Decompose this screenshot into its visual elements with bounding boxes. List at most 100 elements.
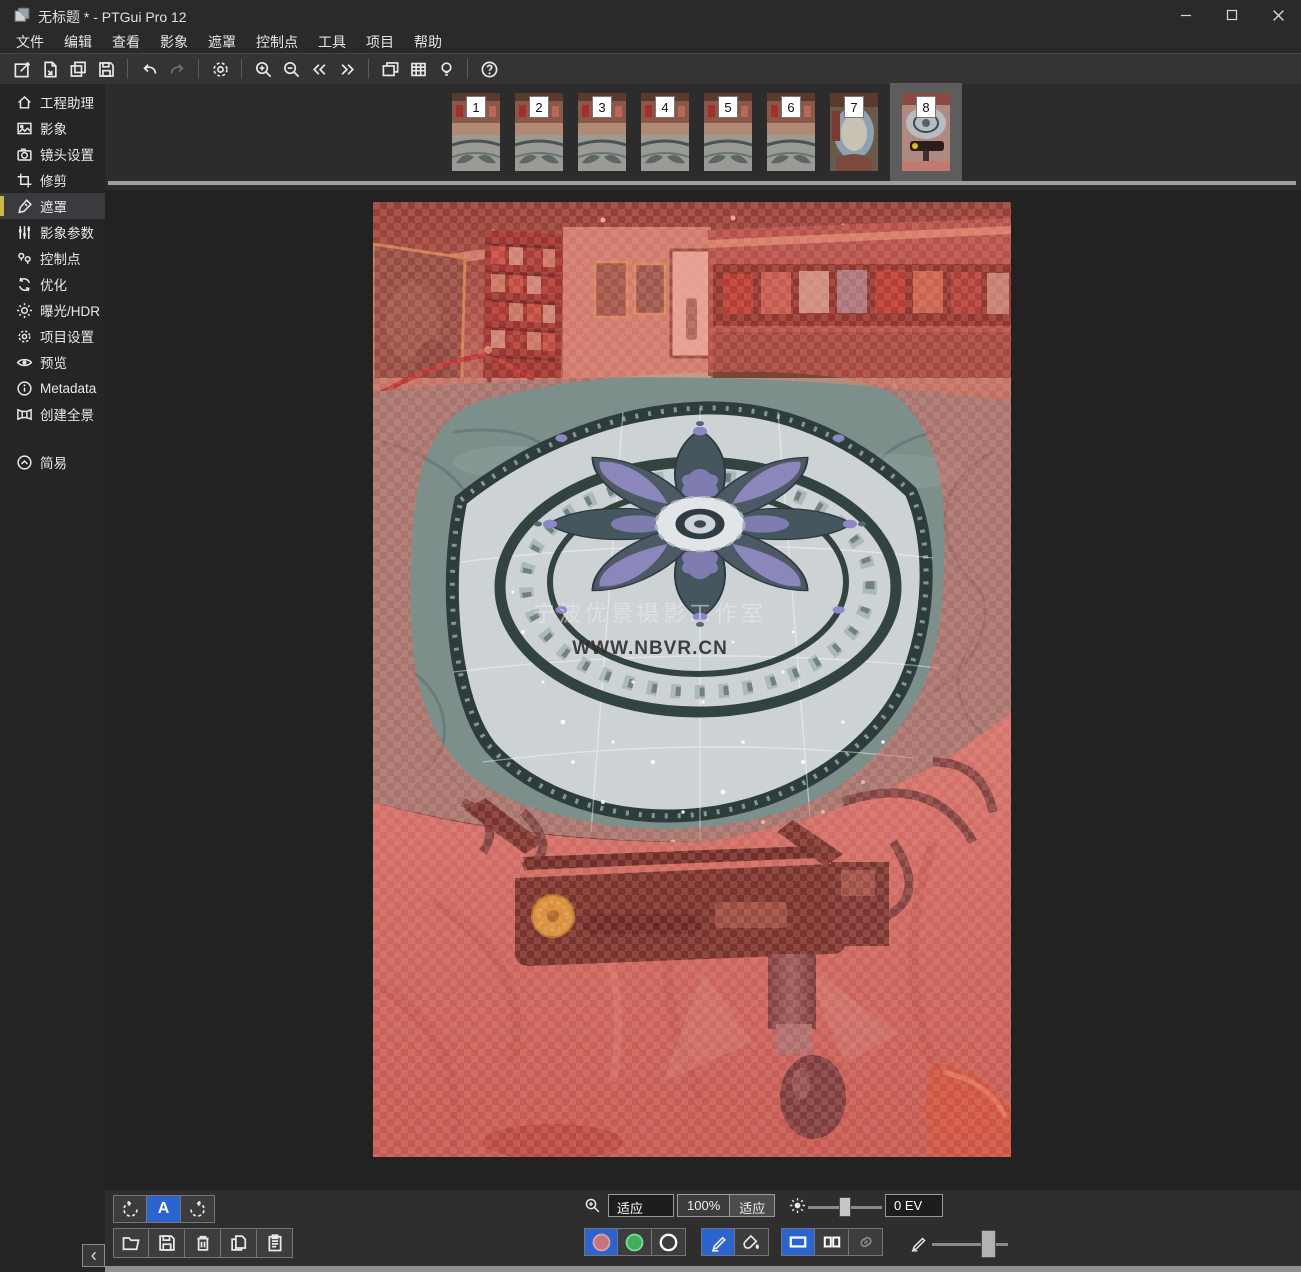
thumbnail-number-badge: 8	[916, 96, 936, 118]
save-mask-button[interactable]	[149, 1228, 185, 1258]
gear-icon	[16, 328, 33, 345]
image-icon	[16, 120, 33, 137]
menu-bar: 文件编辑查看影象遮罩控制点工具项目帮助	[0, 30, 1301, 53]
open-folder-button[interactable]	[113, 1228, 149, 1258]
thumbnail-5[interactable]: 5	[704, 93, 752, 171]
maximize-button[interactable]	[1209, 0, 1255, 30]
single-view-button[interactable]	[781, 1228, 815, 1256]
zoom-segmented-control: 100% 适应	[677, 1194, 775, 1217]
menu-item-5[interactable]: 控制点	[246, 30, 308, 54]
ev-field[interactable]: 0 EV	[885, 1194, 943, 1217]
mask-editor-image[interactable]: 宁波优景摄影工作室 WWW.NBVR.CN	[373, 202, 1011, 1157]
toolbar-separator	[368, 59, 369, 79]
sidebar-item-优化[interactable]: 优化	[0, 271, 105, 297]
menu-item-7[interactable]: 项目	[356, 30, 404, 54]
undo-button[interactable]	[136, 56, 162, 82]
pins-icon	[16, 250, 33, 267]
mask-white-button[interactable]	[652, 1228, 686, 1256]
thumbnail-number-badge: 7	[844, 96, 864, 118]
menu-item-6[interactable]: 工具	[308, 30, 356, 54]
sidebar-item-创建全景[interactable]: 创建全景	[0, 401, 105, 427]
sidebar-item-工程助理[interactable]: 工程助理	[0, 89, 105, 115]
sidebar-item-label: 创建全景	[40, 404, 94, 424]
bottom-scrollbar[interactable]	[105, 1266, 1301, 1272]
brush-size-slider[interactable]	[932, 1230, 1008, 1258]
thumbnail-7[interactable]: 7	[830, 93, 878, 171]
sidebar-item-Metadata[interactable]: Metadata	[0, 375, 105, 401]
thumbnail-4[interactable]: 4	[641, 93, 689, 171]
sidebar-item-label: 控制点	[40, 248, 81, 268]
windows-button[interactable]	[377, 56, 403, 82]
brush-icon	[16, 198, 33, 215]
new-project-button[interactable]	[9, 56, 35, 82]
sidebar-item-预览[interactable]: 预览	[0, 349, 105, 375]
sidebar-item-控制点[interactable]: 控制点	[0, 245, 105, 271]
sidebar-item-曝光/HDR[interactable]: 曝光/HDR	[0, 297, 105, 323]
menu-item-0[interactable]: 文件	[6, 30, 54, 54]
zoom-in-button[interactable]	[250, 56, 276, 82]
settings-button[interactable]	[207, 56, 233, 82]
copy-button[interactable]	[221, 1228, 257, 1258]
save-button[interactable]	[93, 56, 119, 82]
menu-item-1[interactable]: 编辑	[54, 30, 102, 54]
sun-icon	[16, 302, 33, 319]
toolbar-separator	[241, 59, 242, 79]
crop-icon	[16, 172, 33, 189]
bottom-panel: A 适应 100% 适应 0 EV	[105, 1190, 1301, 1266]
menu-item-2[interactable]: 查看	[102, 30, 150, 54]
thumbnail-scrollbar[interactable]	[108, 181, 1296, 185]
menu-item-8[interactable]: 帮助	[404, 30, 452, 54]
sidebar-item-label: 镜头设置	[40, 144, 94, 164]
mask-red-button[interactable]	[584, 1228, 618, 1256]
rotate-cw-button[interactable]	[181, 1195, 215, 1223]
brightness-slider[interactable]	[808, 1197, 882, 1217]
close-button[interactable]	[1255, 0, 1301, 30]
sidebar-item-项目设置[interactable]: 项目设置	[0, 323, 105, 349]
thumbnail-1[interactable]: 1	[452, 93, 500, 171]
sidebar-item-简易[interactable]: 简易	[0, 449, 105, 475]
sidebar-item-影象[interactable]: 影象	[0, 115, 105, 141]
camera-icon	[16, 146, 33, 163]
thumbnail-3[interactable]: 3	[578, 93, 626, 171]
redo-button[interactable]	[164, 56, 190, 82]
paste-button[interactable]	[257, 1228, 293, 1258]
lightbulb-button[interactable]	[433, 56, 459, 82]
collapse-sidebar-button[interactable]	[82, 1244, 105, 1267]
zoom-mode-combo[interactable]: 适应	[608, 1194, 674, 1217]
thumbnail-8[interactable]: 8	[902, 93, 950, 171]
zoom-out-button[interactable]	[278, 56, 304, 82]
duplicate-button[interactable]	[65, 56, 91, 82]
zoom-icon	[584, 1197, 601, 1214]
sidebar-item-label: 影象	[40, 118, 67, 138]
menu-item-3[interactable]: 影象	[150, 30, 198, 54]
watermark-studio: 宁波优景摄影工作室	[533, 601, 767, 626]
rotate-ccw-button[interactable]	[113, 1195, 147, 1223]
pencil-button[interactable]	[701, 1228, 735, 1256]
chevron-up-circle-icon	[16, 454, 33, 471]
sidebar-item-label: 遮罩	[40, 196, 67, 216]
next-image-button[interactable]	[334, 56, 360, 82]
link-views-button[interactable]	[849, 1228, 883, 1256]
mask-green-button[interactable]	[618, 1228, 652, 1256]
prev-image-button[interactable]	[306, 56, 332, 82]
minimize-button[interactable]	[1163, 0, 1209, 30]
thumbnail-2[interactable]: 2	[515, 93, 563, 171]
fill-bucket-button[interactable]	[735, 1228, 769, 1256]
menu-item-4[interactable]: 遮罩	[198, 30, 246, 54]
open-project-button[interactable]	[37, 56, 63, 82]
zoom-fit-button[interactable]: 适应	[729, 1195, 774, 1216]
dual-view-button[interactable]	[815, 1228, 849, 1256]
zoom-100-button[interactable]: 100%	[678, 1195, 729, 1216]
thumbnail-6[interactable]: 6	[767, 93, 815, 171]
sidebar-item-遮罩[interactable]: 遮罩	[0, 193, 105, 219]
optimize-icon	[16, 276, 33, 293]
main-toolbar	[0, 53, 1301, 84]
sidebar-item-label: 简易	[40, 452, 67, 472]
help-button[interactable]	[476, 56, 502, 82]
sidebar-item-镜头设置[interactable]: 镜头设置	[0, 141, 105, 167]
sidebar-item-修剪[interactable]: 修剪	[0, 167, 105, 193]
detail-table-button[interactable]	[405, 56, 431, 82]
auto-button[interactable]: A	[147, 1195, 181, 1223]
delete-button[interactable]	[185, 1228, 221, 1258]
sidebar-item-影象参数[interactable]: 影象参数	[0, 219, 105, 245]
